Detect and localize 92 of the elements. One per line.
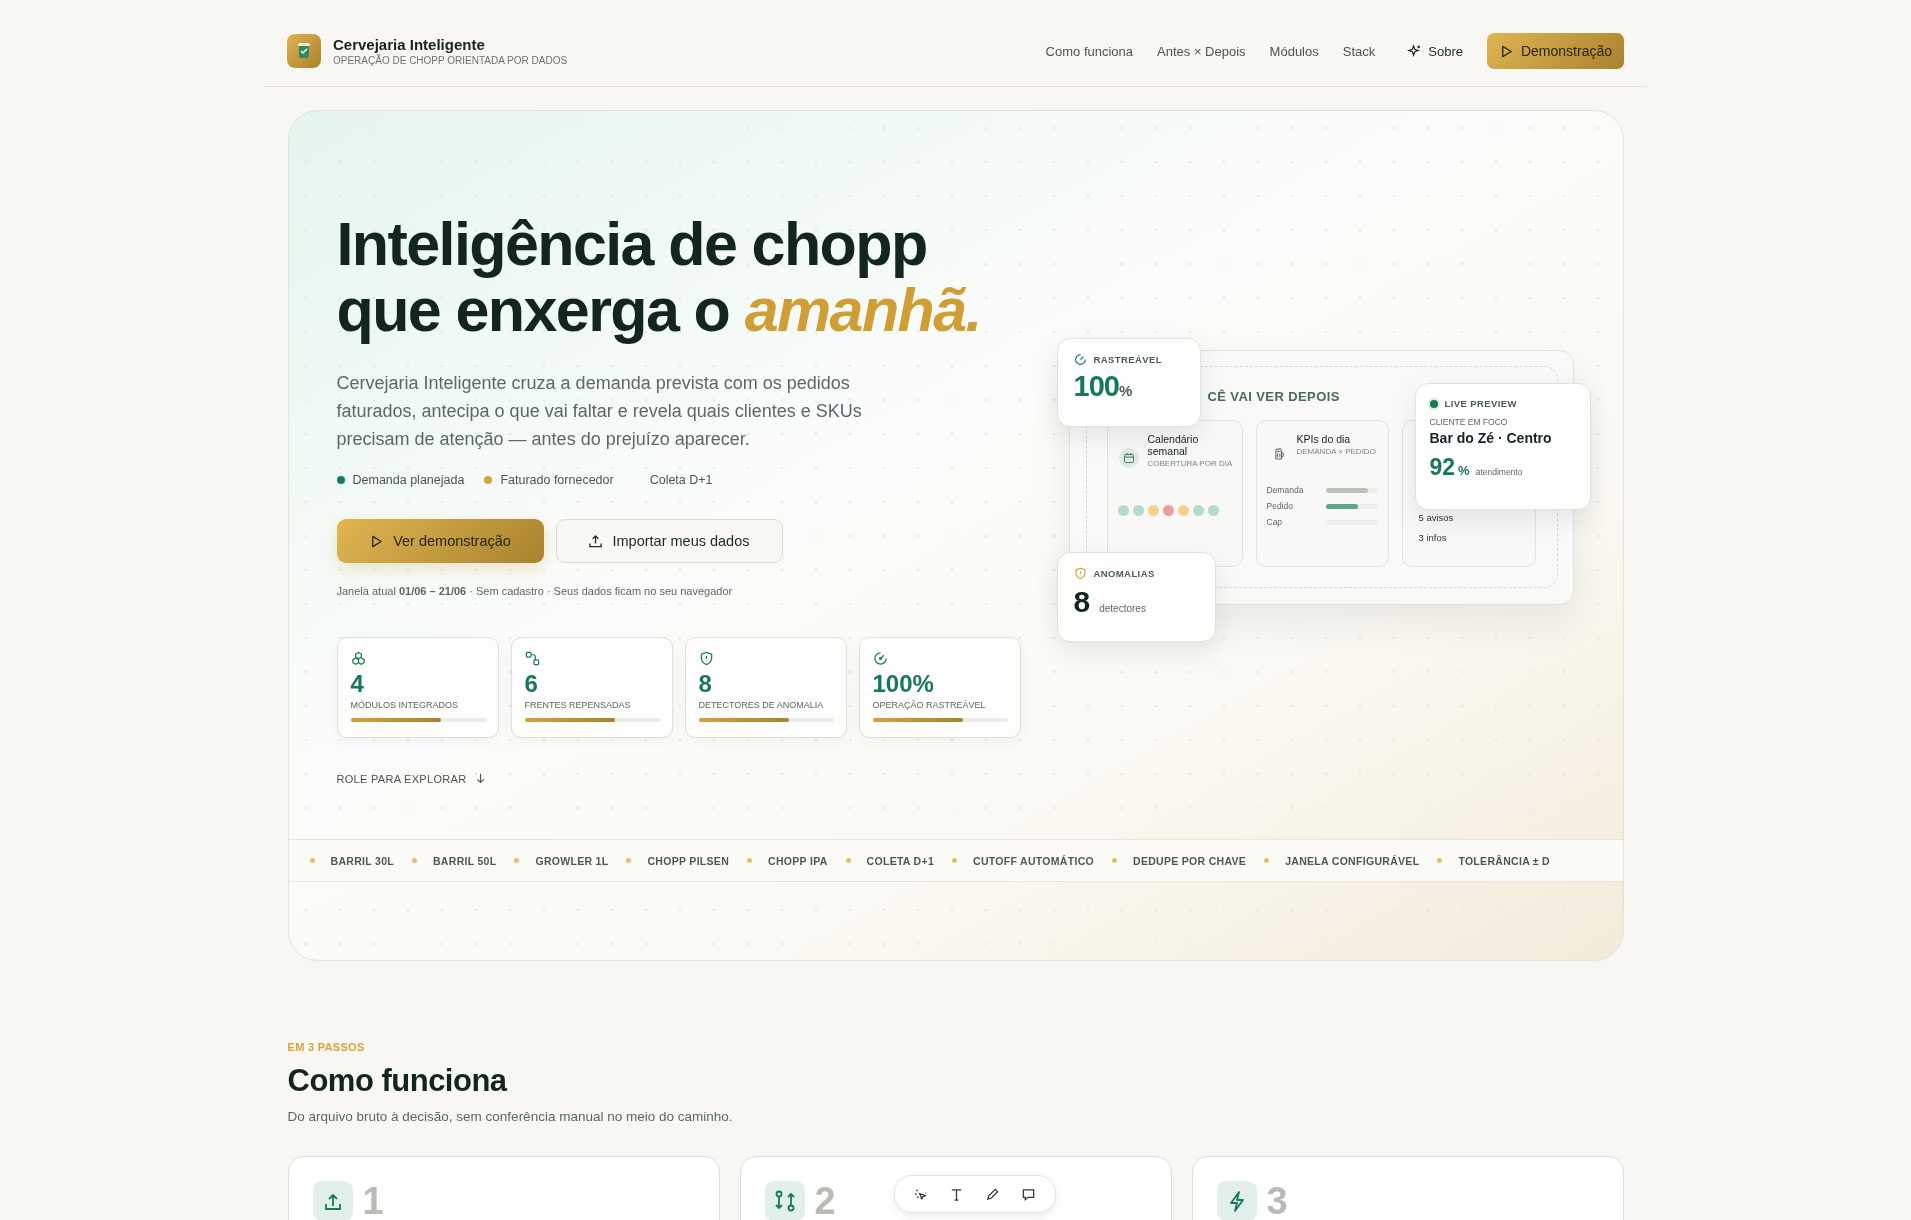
ticker-item: TOLERÂNCIA ± D <box>1458 854 1550 867</box>
nodes-icon <box>524 651 540 666</box>
tracked-label: RASTREÁVEL <box>1093 354 1162 365</box>
anomalies-label: ANOMALIAS <box>1093 568 1155 579</box>
ticker-dot <box>309 858 315 863</box>
alert-count: 5 avisos <box>1418 512 1455 525</box>
ticker-item: GROWLER 1L <box>535 854 609 867</box>
card-title: KPIs do dia <box>1296 433 1352 445</box>
about-link[interactable]: Sobre <box>1407 43 1463 59</box>
live-unit: % <box>1458 463 1470 478</box>
legend-label: Faturado fornecedor <box>500 473 614 487</box>
mug-icon <box>1272 448 1286 461</box>
comment-icon <box>1021 1186 1036 1202</box>
ticker-item: JANELA CONFIGURÁVEL <box>1285 854 1420 867</box>
nav-link[interactable]: Como funciona <box>1045 43 1134 59</box>
cubes-icon <box>350 651 366 666</box>
live-label: LIVE PREVIEW <box>1444 398 1517 409</box>
preview-title: CÊ VAI VER DEPOIS <box>1207 389 1340 404</box>
brand-name: Cervejaria Inteligente <box>333 36 486 53</box>
sparkle-icon <box>1407 43 1423 59</box>
tracked-unit: % <box>1118 382 1133 399</box>
nav-link[interactable]: Antes × Depois <box>1157 43 1246 59</box>
text-icon <box>949 1186 964 1202</box>
ticker-item: CUTOFF AUTOMÁTICO <box>973 854 1094 867</box>
shield-icon <box>698 651 714 666</box>
calendar-icon <box>1118 448 1139 468</box>
kpi-label: Cap <box>1266 517 1283 527</box>
ticker-item: BARRIL 50L <box>433 854 497 867</box>
live-metric: atendimento <box>1475 467 1523 477</box>
ticker-dot <box>626 858 632 863</box>
legend-label: Demanda planejada <box>352 473 465 487</box>
ticker-dot <box>747 858 753 863</box>
play-icon <box>369 533 385 549</box>
ticker-dot <box>1264 858 1270 863</box>
card-title: Calendário semanal <box>1147 433 1200 457</box>
stat-label: FRENTES REPENSADAS <box>524 700 632 710</box>
nav-link[interactable]: Stack <box>1342 43 1376 59</box>
ticker-dot <box>1112 858 1117 863</box>
step-number: 1 <box>362 1181 384 1220</box>
ticker-dot <box>514 858 520 863</box>
logo-icon <box>287 34 321 68</box>
stat-label: MÓDULOS INTEGRADOS <box>350 700 459 710</box>
shield-icon <box>1073 567 1087 580</box>
upload-icon <box>312 1181 353 1220</box>
bolt-icon <box>1216 1181 1257 1220</box>
section-title: Como funciona <box>287 1063 509 1099</box>
hero-description: Cervejaria Inteligente cruza a demanda prevista com os pedidos faturados, antecipa o que vai faltar e revela quais clientes e SKUs precisam de atenção — antes do prejuízo aparecer. <box>336 372 863 451</box>
gauge-icon <box>872 651 888 666</box>
anomalies-value: 8 <box>1073 585 1091 619</box>
ticker-dot <box>412 858 417 863</box>
gauge-icon <box>1073 353 1087 366</box>
stat-value: 4 <box>350 670 365 698</box>
ticker-item: BARRIL 30L <box>330 854 394 867</box>
stat-value: 8 <box>698 670 713 698</box>
live-dot <box>1429 399 1438 408</box>
kpi-label: Pedido <box>1266 501 1293 511</box>
stat-label: OPERAÇÃO RASTREÁVEL <box>872 700 987 710</box>
brand-tagline: OPERAÇÃO DE CHOPP ORIENTADA POR DADOS <box>333 55 568 66</box>
ticker-dot <box>1437 858 1443 863</box>
card-subtitle: COBERTURA POR DIA <box>1147 458 1234 470</box>
legend-label: Coleta D+1 <box>649 473 713 487</box>
kpi-label: Demanda <box>1266 485 1304 495</box>
stat-value: 6 <box>524 670 539 698</box>
import-button[interactable]: Importar meus dados <box>555 519 783 563</box>
alert-count: 3 infos <box>1418 532 1448 545</box>
stat-label: DETECTORES DE ANOMALIA <box>698 700 825 710</box>
pen-icon <box>985 1186 1000 1202</box>
section-eyebrow: EM 3 PASSOS <box>287 1041 366 1053</box>
section-subtitle: Do arquivo bruto à decisão, sem conferência manual no meio do caminho. <box>287 1109 734 1124</box>
step-number: 2 <box>814 1181 836 1220</box>
ticker-item: COLETA D+1 <box>866 854 935 867</box>
window-note: Janela atual 01/06 – 21/06 · Sem cadastro · Seus dados ficam no seu navegador <box>336 585 734 597</box>
ticker-item: DEDUPE POR CHAVE <box>1133 854 1247 867</box>
live-value: 92 <box>1429 454 1456 481</box>
live-caption: CLIENTE EM FOCO <box>1429 417 1509 427</box>
headline: Inteligência de chopp que enxerga o amanhã. <box>336 211 982 343</box>
step-number: 3 <box>1266 1181 1288 1220</box>
upload-icon <box>588 533 604 549</box>
nav-link[interactable]: Módulos <box>1269 43 1319 59</box>
stat-value: 100% <box>872 670 935 698</box>
ticker-item: CHOPP IPA <box>768 854 828 867</box>
ticker-dot <box>952 858 958 863</box>
swap-icon <box>764 1181 805 1220</box>
demo-button[interactable]: Demonstração <box>1486 33 1624 69</box>
demo-button[interactable]: Ver demonstração <box>336 519 544 563</box>
ticker-item: CHOPP PILSEN <box>647 854 730 867</box>
anomalies-unit: detectores <box>1099 603 1146 614</box>
scroll-hint: ROLE PARA EXPLORAR <box>336 772 467 785</box>
client-name: Bar do Zé · Centro <box>1429 430 1553 446</box>
tracked-value: 100 <box>1073 370 1119 402</box>
card-subtitle: DEMANDA × PEDIDO <box>1296 446 1377 458</box>
ticker-dot <box>845 858 851 863</box>
